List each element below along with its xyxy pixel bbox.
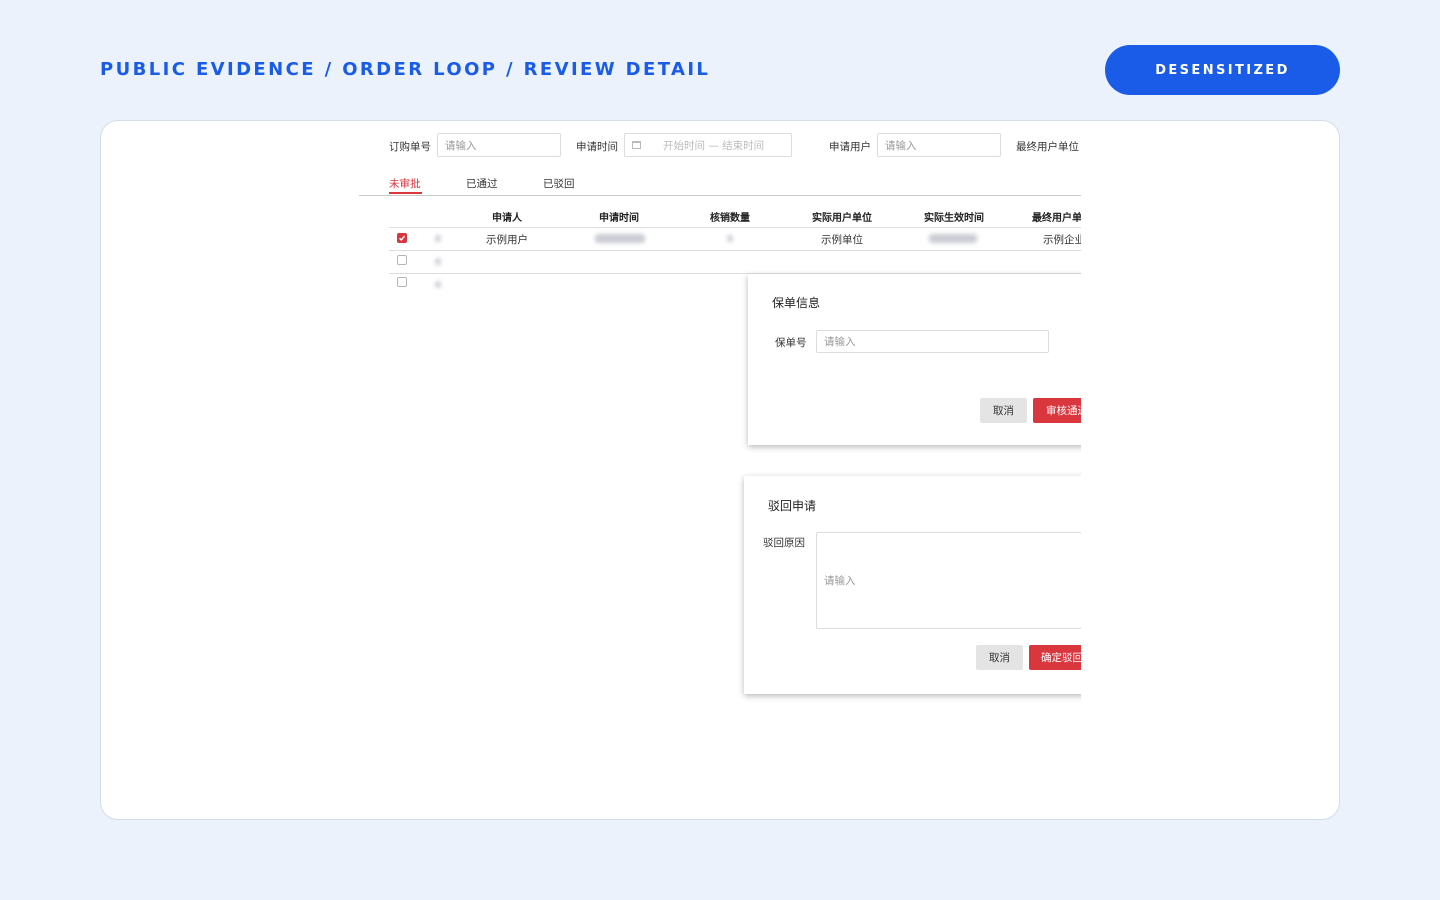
redacted-effective-time [929, 234, 977, 243]
desensitized-badge[interactable]: DESENSITIZED [1105, 45, 1340, 95]
policy-dialog-title: 保单信息 [772, 296, 821, 310]
tab-rejected[interactable]: 已驳回 [543, 176, 575, 191]
row-checkbox[interactable] [397, 277, 407, 287]
policy-cancel-button[interactable]: 取消 [980, 398, 1027, 423]
tabs-divider [359, 195, 1081, 196]
policy-no-label: 保单号 [775, 337, 807, 349]
redacted-index [435, 235, 441, 242]
reject-reason-label: 驳回原因 [763, 537, 805, 549]
row-checkbox[interactable] [397, 255, 407, 265]
col-verify-qty: 核销数量 [710, 213, 750, 224]
calendar-icon [632, 141, 641, 149]
redacted-apply-time [595, 234, 645, 243]
page-title: PUBLIC EVIDENCE / ORDER LOOP / REVIEW DE… [100, 59, 711, 80]
col-end-unit: 最终用户单 [1032, 213, 1081, 224]
apply-user-input[interactable]: 请输入 [877, 133, 1001, 157]
screenshot-card: 订购单号 请输入 申请时间 开始时间 — 结束时间 申请用户 请输入 最终用户单… [100, 120, 1340, 820]
apply-user-placeholder: 请输入 [885, 139, 917, 152]
check-icon [399, 235, 406, 242]
row-divider [389, 250, 1081, 251]
active-tab-indicator [389, 192, 422, 194]
col-effective-time: 实际生效时间 [924, 213, 984, 224]
col-apply-time: 申请时间 [599, 213, 639, 224]
redacted-index [435, 281, 441, 288]
reject-dialog-title: 驳回申请 [768, 499, 817, 513]
order-no-label: 订购单号 [389, 141, 431, 153]
tab-pending[interactable]: 未审批 [389, 176, 421, 191]
redacted-qty [727, 235, 733, 242]
policy-no-placeholder: 请输入 [824, 336, 856, 348]
approve-button[interactable]: 审核通过 [1033, 398, 1081, 423]
reject-reason-placeholder: 请输入 [824, 575, 856, 587]
cell-applicant: 示例用户 [486, 234, 528, 246]
review-screenshot: 订购单号 请输入 申请时间 开始时间 — 结束时间 申请用户 请输入 最终用户单… [359, 121, 1081, 819]
col-actual-unit: 实际用户单位 [812, 213, 872, 224]
reject-reason-textarea[interactable]: 请输入 [816, 532, 1081, 629]
tab-approved[interactable]: 已通过 [466, 176, 498, 191]
order-no-input[interactable]: 请输入 [437, 133, 561, 157]
cell-actual-unit: 示例单位 [821, 234, 863, 246]
apply-time-label: 申请时间 [576, 141, 618, 153]
cell-end-unit: 示例企业 [1043, 234, 1081, 246]
date-range-placeholder: 开始时间 — 结束时间 [663, 139, 765, 152]
confirm-reject-button[interactable]: 确定驳回 [1029, 645, 1081, 670]
col-applicant: 申请人 [492, 213, 522, 224]
date-range-picker[interactable]: 开始时间 — 结束时间 [624, 133, 792, 157]
reject-cancel-button[interactable]: 取消 [976, 645, 1023, 670]
row-checkbox-checked[interactable] [397, 233, 407, 243]
redacted-index [435, 258, 441, 265]
apply-user-label: 申请用户 [829, 141, 871, 153]
order-no-placeholder: 请输入 [445, 139, 477, 152]
policy-no-input[interactable]: 请输入 [816, 330, 1049, 353]
end-user-unit-label: 最终用户单位 [1016, 141, 1079, 153]
